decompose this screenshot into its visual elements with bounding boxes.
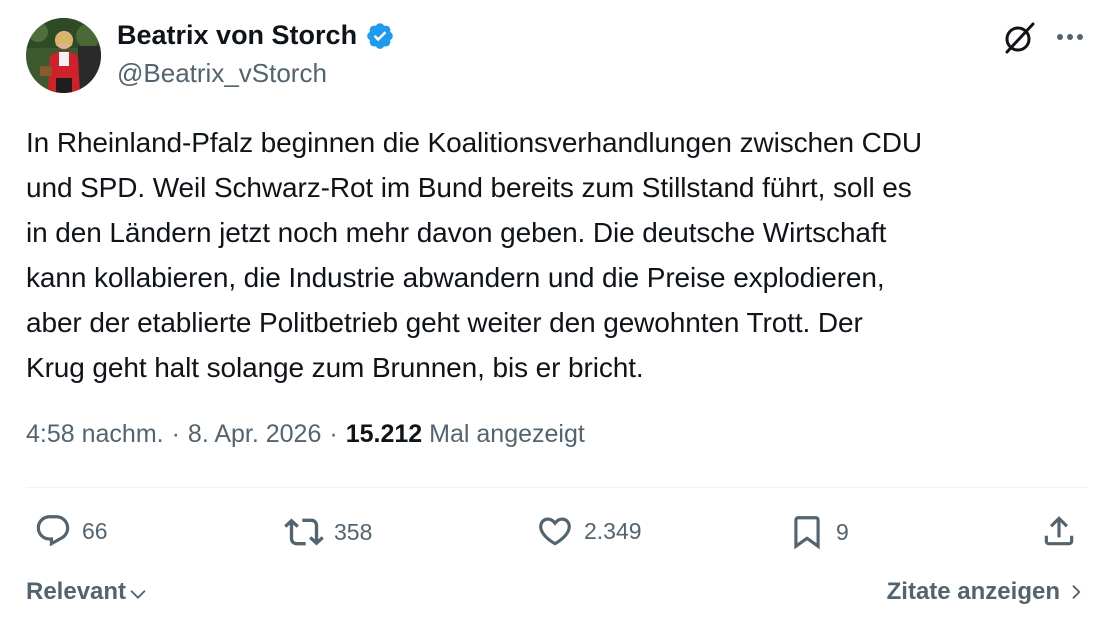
view-quotes-link[interactable]: Zitate anzeigen xyxy=(887,578,1086,606)
repost-count: 358 xyxy=(334,518,373,545)
tweet-date[interactable]: 8. Apr. 2026 xyxy=(188,420,321,449)
author-name-row: Beatrix von Storch xyxy=(117,20,395,51)
bookmark-icon xyxy=(794,516,820,550)
author-name[interactable]: Beatrix von Storch xyxy=(117,20,357,51)
heart-icon xyxy=(539,517,571,546)
like-button[interactable]: 2.349 xyxy=(536,512,642,550)
grok-icon[interactable] xyxy=(1001,20,1037,56)
avatar[interactable] xyxy=(26,18,101,93)
views-label: Mal angezeigt xyxy=(429,420,585,448)
reply-button[interactable]: 66 xyxy=(34,512,108,550)
views-count[interactable]: 15.212 xyxy=(346,420,422,449)
sort-label: Relevant xyxy=(26,578,127,605)
reply-count: 66 xyxy=(82,517,108,544)
tweet-meta: 4:58 nachm. · 8. Apr. 2026 · 15.212 Mal … xyxy=(26,420,585,449)
divider xyxy=(26,487,1088,488)
quotes-label: Zitate anzeigen xyxy=(886,578,1060,605)
sort-dropdown[interactable]: Relevant xyxy=(26,578,149,606)
more-options-icon[interactable] xyxy=(1053,22,1087,52)
verified-badge-icon[interactable] xyxy=(365,21,395,51)
share-icon xyxy=(1044,516,1074,546)
reply-icon xyxy=(36,515,70,547)
tweet-text: In Rheinland-Pfalz beginnen die Koalitio… xyxy=(26,127,922,383)
chevron-down-icon xyxy=(130,589,146,599)
repost-button[interactable]: 358 xyxy=(284,512,372,552)
avatar-image xyxy=(26,18,101,93)
like-count: 2.349 xyxy=(584,517,642,544)
bookmark-count: 9 xyxy=(836,518,849,545)
meta-separator: · xyxy=(171,420,180,448)
share-button[interactable] xyxy=(1040,512,1078,550)
tweet-time[interactable]: 4:58 nachm. xyxy=(26,420,164,449)
meta-separator: · xyxy=(329,420,338,448)
repost-icon xyxy=(284,518,324,546)
chevron-right-icon xyxy=(1072,585,1081,599)
bookmark-button[interactable]: 9 xyxy=(788,512,849,552)
author-handle[interactable]: @Beatrix_vStorch xyxy=(117,58,327,89)
